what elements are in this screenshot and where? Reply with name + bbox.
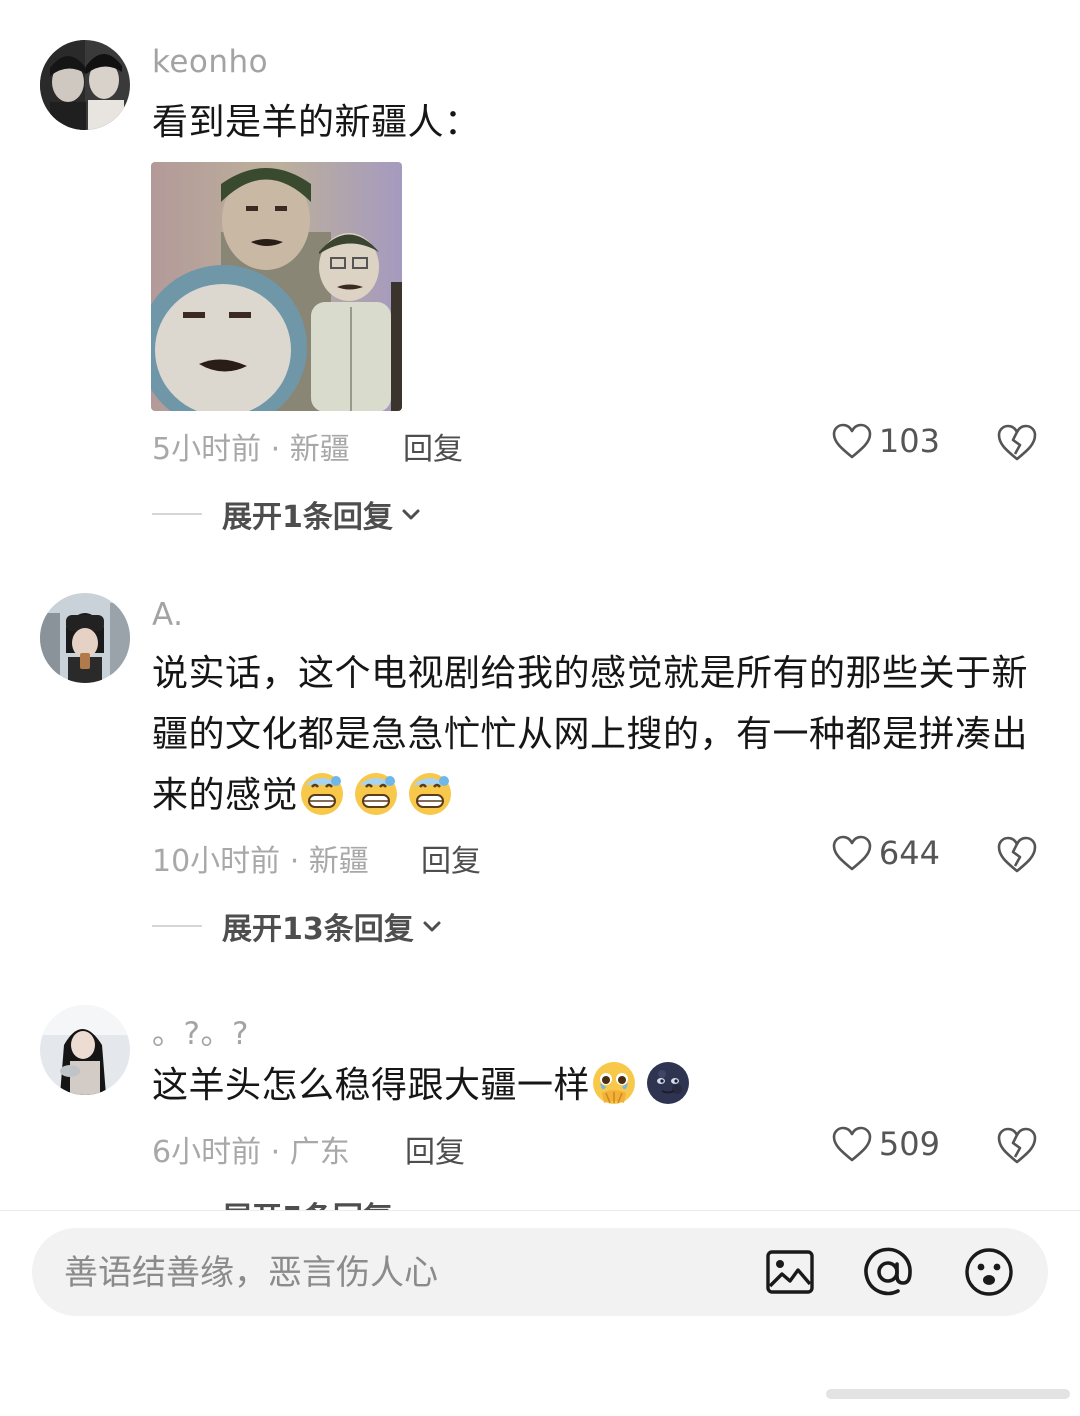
home-indicator (826, 1389, 1070, 1399)
at-icon[interactable] (862, 1246, 914, 1298)
heart-outline-icon (832, 1126, 872, 1162)
chevron-down-icon (423, 921, 441, 932)
avatar[interactable] (40, 40, 130, 130)
username[interactable]: A. (152, 597, 184, 633)
chevron-down-icon (402, 509, 420, 520)
heart-outline-icon (832, 835, 872, 871)
like-count: 644 (878, 834, 940, 872)
like-button[interactable]: 103 (831, 422, 940, 460)
grinning-sweat-emoji (298, 769, 346, 817)
reply-button[interactable]: 回复 (403, 424, 463, 468)
comment-text: 说实话，这个电视剧给我的感觉就是所有的那些关于新疆的文化都是急急忙忙从网上搜的，… (152, 643, 1042, 826)
expand-replies[interactable]: 展开1条回复 (152, 492, 423, 536)
smiley-icon[interactable] (963, 1246, 1015, 1298)
heart-outline-icon (832, 423, 872, 459)
broken-heart-icon (997, 1127, 1037, 1164)
dislike-button[interactable] (996, 1125, 1038, 1165)
new-moon-face-emoji (644, 1059, 692, 1107)
expand-replies[interactable]: 展开13条回复 (152, 904, 444, 948)
expand-replies-label: 展开13条回复 (222, 912, 414, 947)
reply-button[interactable]: 回复 (405, 1127, 465, 1171)
comment-input-bar (0, 1210, 1080, 1416)
comment-text-content: 这羊头怎么稳得跟大疆一样 (152, 1065, 591, 1106)
like-count: 509 (878, 1125, 940, 1163)
pleading-face-emoji (590, 1059, 638, 1107)
reply-button[interactable]: 回复 (421, 836, 481, 880)
comment-time-location: 10小时前 · 新疆 (152, 844, 369, 879)
dislike-button[interactable] (996, 422, 1038, 462)
like-count: 103 (878, 422, 940, 460)
comment-input[interactable] (62, 1238, 706, 1308)
comment-time-location: 5小时前 · 新疆 (152, 432, 350, 467)
avatar[interactable] (40, 593, 130, 683)
broken-heart-icon (997, 424, 1037, 461)
broken-heart-icon (997, 836, 1037, 873)
comment-image[interactable] (151, 162, 402, 411)
comment-input-container[interactable] (32, 1228, 1048, 1316)
username[interactable]: keonho (152, 44, 268, 80)
dislike-button[interactable] (996, 834, 1038, 874)
like-button[interactable]: 509 (831, 1125, 940, 1163)
divider (152, 513, 202, 515)
image-icon[interactable] (764, 1246, 816, 1298)
comment-text: 这羊头怎么稳得跟大疆一样 (152, 1055, 1042, 1116)
username[interactable]: 。?。? (152, 1008, 249, 1053)
comment-text-content: 说实话，这个电视剧给我的感觉就是所有的那些关于新疆的文化都是急急忙忙从网上搜的，… (152, 653, 1029, 816)
avatar[interactable] (40, 1005, 130, 1095)
comment-text: 看到是羊的新疆人： (152, 102, 481, 143)
grinning-sweat-emoji (352, 769, 400, 817)
comment-time-location: 6小时前 · 广东 (152, 1135, 350, 1170)
expand-replies-label: 展开1条回复 (222, 500, 393, 535)
grinning-sweat-emoji (406, 769, 454, 817)
like-button[interactable]: 644 (831, 834, 940, 872)
divider (152, 925, 202, 927)
